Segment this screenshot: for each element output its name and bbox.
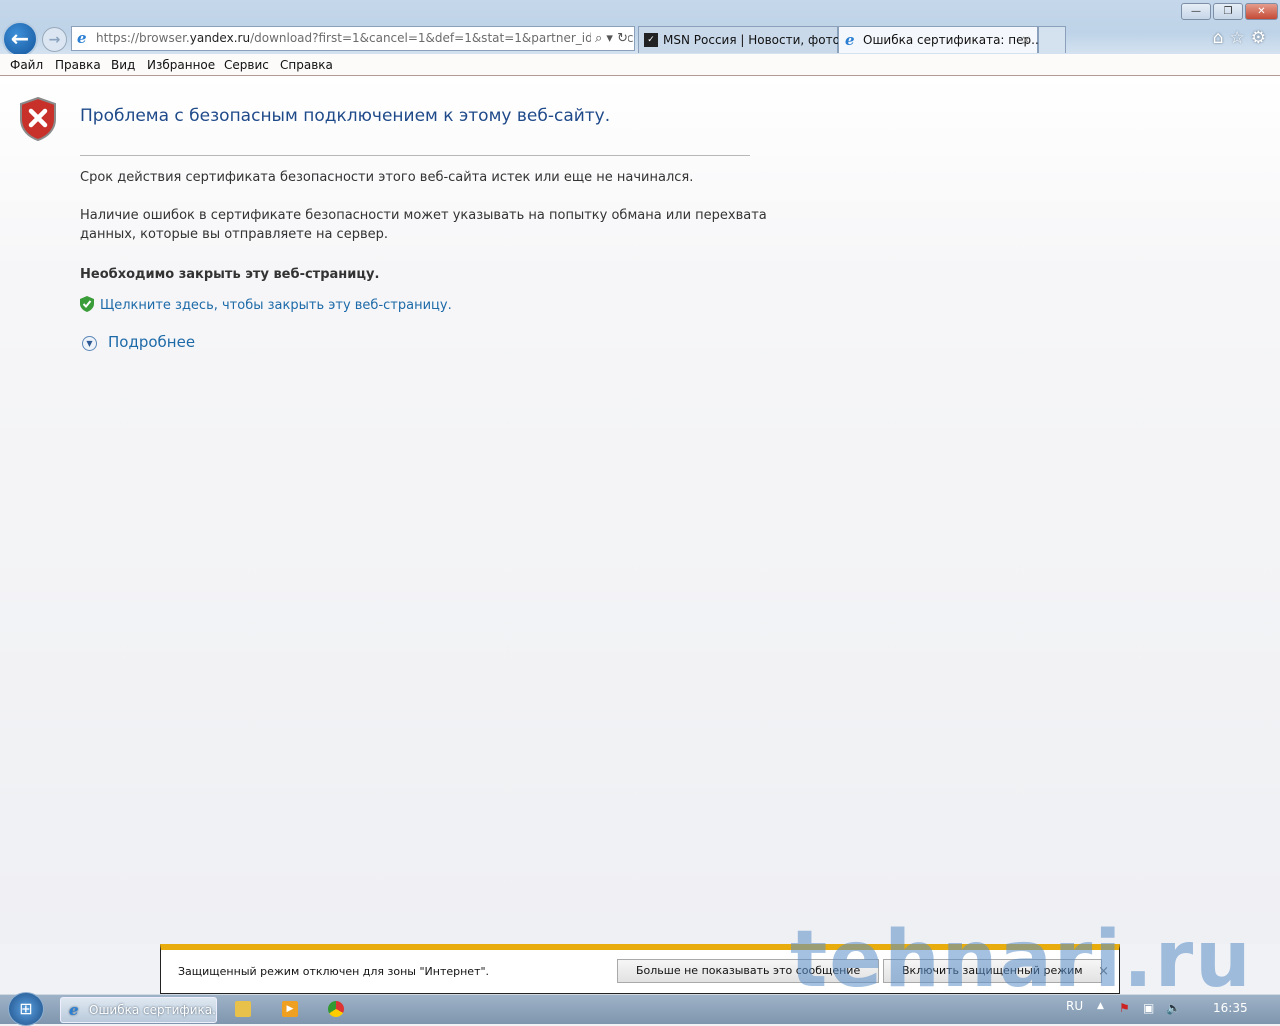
clock[interactable]: 16:35 — [1213, 1001, 1248, 1015]
volume-icon[interactable]: 🔈 — [1166, 1001, 1181, 1015]
expired-text: Срок действия сертификата безопасности э… — [80, 170, 694, 185]
forward-arrow-icon: → — [48, 31, 61, 48]
notification-bar: Защищенный режим отключен для зоны "Инте… — [160, 944, 1120, 994]
tab-label: Ошибка сертификата: пер... — [863, 33, 1043, 47]
start-button[interactable]: ⊞ — [8, 992, 44, 1026]
more-info-link[interactable]: Подробнее — [108, 333, 195, 351]
tab-close-icon[interactable]: × — [1021, 27, 1031, 53]
notification-close-icon[interactable]: × — [1098, 964, 1109, 979]
restore-button[interactable]: ❐ — [1213, 3, 1243, 20]
address-bar[interactable]: e https://browser.yandex.ru/download?fir… — [71, 26, 635, 51]
windows-logo-icon: ⊞ — [19, 999, 33, 1018]
error-shield-icon — [20, 97, 56, 141]
gear-icon[interactable]: ⚙ — [1251, 28, 1272, 48]
protected-mode-message: Защищенный режим отключен для зоны "Инте… — [178, 965, 490, 978]
warning-text-line2: данных, которые вы отправляете на сервер… — [80, 227, 388, 242]
language-indicator[interactable]: RU — [1066, 999, 1083, 1013]
url-path: /download?first=1&cancel=1&def=1&stat=1&… — [250, 31, 635, 45]
enable-protected-mode-button[interactable]: Включить защищенный режим — [883, 959, 1102, 983]
ie-icon: e — [69, 1001, 79, 1019]
ie-page-icon: e — [77, 29, 87, 47]
must-close-text: Необходимо закрыть эту веб-страницу. — [80, 267, 380, 282]
explorer-folder-icon[interactable] — [235, 1001, 251, 1017]
expand-chevron-icon[interactable]: ▼ — [82, 336, 97, 351]
back-arrow-icon: ← — [10, 26, 30, 52]
tray-expand-icon[interactable]: ▲ — [1097, 1001, 1104, 1011]
close-page-link[interactable]: Щелкните здесь, чтобы закрыть эту веб-ст… — [100, 298, 452, 313]
ie-tab-icon: e — [845, 31, 855, 49]
divider — [80, 155, 750, 156]
taskbar: ⊞ e Ошибка сертифика... ▶ RU ▲ ⚑ ▣ 🔈 16:… — [0, 992, 1280, 1026]
action-center-flag-icon[interactable]: ⚑ — [1119, 1001, 1130, 1015]
menu-help[interactable]: Справка — [280, 58, 333, 72]
tab-certificate-error[interactable]: e Ошибка сертификата: пер... × — [838, 26, 1043, 53]
favorites-star-icon[interactable]: ☆ — [1230, 28, 1251, 48]
tab-msn[interactable]: ✓ MSN Россия | Новости, фото,... — [638, 26, 855, 53]
back-button[interactable]: ← — [2, 21, 38, 57]
msn-icon: ✓ — [644, 33, 658, 47]
menu-edit[interactable]: Правка — [55, 58, 101, 72]
new-tab-button[interactable] — [1038, 26, 1066, 53]
search-icon[interactable]: ⌕ — [595, 31, 602, 46]
media-player-icon[interactable]: ▶ — [282, 1001, 298, 1017]
warning-text-line1: Наличие ошибок в сертификате безопасност… — [80, 208, 767, 223]
dropdown-icon[interactable]: ▾ — [606, 31, 613, 46]
dont-show-again-button[interactable]: Больше не показывать это сообщение — [617, 959, 880, 983]
url-domain: yandex.ru — [189, 31, 251, 45]
tab-label: MSN Россия | Новости, фото,... — [663, 33, 856, 47]
refresh-icon[interactable]: ↻ — [617, 31, 628, 46]
home-icon[interactable]: ⌂ — [1213, 28, 1230, 48]
url-prefix: https://browser. — [96, 31, 190, 45]
menu-tools[interactable]: Сервис — [224, 58, 269, 72]
title-bar: — ❐ ✕ ← → e https://browser.yandex.ru/do… — [0, 0, 1280, 57]
taskbar-task-label: Ошибка сертифика... — [89, 1003, 217, 1017]
page-title: Проблема с безопасным подключением к это… — [80, 106, 611, 126]
minimize-button[interactable]: — — [1181, 3, 1211, 20]
chrome-icon[interactable] — [328, 1001, 344, 1017]
menu-view[interactable]: Вид — [111, 58, 135, 72]
network-icon[interactable]: ▣ — [1143, 1001, 1154, 1015]
forward-button[interactable]: → — [42, 27, 67, 52]
error-page: Проблема с безопасным подключением к это… — [0, 76, 1280, 944]
close-window-button[interactable]: ✕ — [1245, 3, 1278, 20]
menu-file[interactable]: Файл — [10, 58, 43, 72]
menu-favorites[interactable]: Избранное — [147, 58, 215, 72]
menu-bar: Файл Правка Вид Избранное Сервис Справка — [0, 54, 1280, 76]
taskbar-ie-window[interactable]: e Ошибка сертифика... — [60, 997, 217, 1023]
green-shield-icon — [80, 296, 94, 312]
